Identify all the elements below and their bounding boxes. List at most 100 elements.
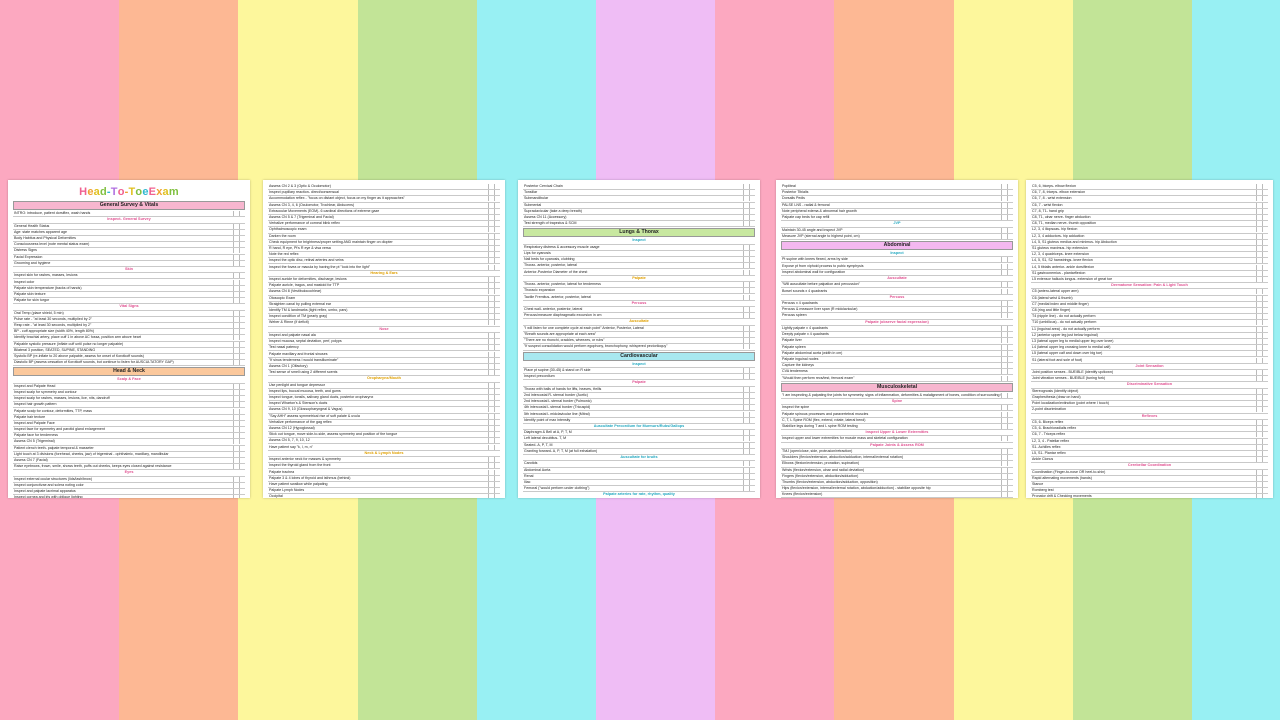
checklist-item-text: Age: state matches apparent age: [14, 229, 67, 234]
checkbox-cell: [749, 196, 755, 202]
checklist-item-text: Inspect upper and lower extremities for …: [782, 436, 908, 441]
checkbox-cell: [239, 254, 245, 260]
checkbox-cell: [494, 233, 500, 239]
checklist-item-text: Inspect tongue, tonsils, salivary gland …: [269, 395, 374, 400]
checkbox-cell: [749, 215, 755, 221]
checklist-row: "If suspect consolidation would perform …: [523, 344, 755, 351]
checkbox-cell: [749, 467, 755, 473]
checklist-item-text: C8, T1, ulnar nerve- finger abduction: [1032, 215, 1091, 220]
checkbox-cell: [749, 307, 755, 313]
checklist-item-text: Seated- A, P, T, M: [524, 442, 553, 447]
checklist-item-text: S1- Achilles reflex: [1032, 444, 1061, 449]
checklist-item-text: Grooming and hygiene: [14, 260, 51, 265]
checklist-row: "Would then perform recs/test, femoral e…: [781, 375, 1013, 382]
checklist-item-text: "I am inspecting & palpating the joints …: [782, 392, 1001, 397]
checkbox-cell: [1262, 450, 1268, 456]
checklist-item-text: Inspect the spine: [782, 405, 810, 410]
checklist-item-text: Left lateral decubitus- T, M: [524, 436, 567, 441]
checklist-item-text: Inspect the optic disc, retinal arteries…: [269, 258, 344, 263]
checkbox-cell: [1262, 494, 1268, 498]
checkbox-cell: [239, 451, 245, 457]
checklist-item-text: Palpate spleen: [782, 344, 806, 349]
checkbox-cell: [239, 260, 245, 266]
checkbox-cell: [1007, 423, 1013, 429]
checkbox-cell: [749, 257, 755, 263]
checkbox-cell: [494, 370, 500, 376]
checklist-item-text: Assess CN 11 (Accessory): [524, 215, 567, 220]
checkbox-cell: [1007, 215, 1013, 221]
checklist-item-text: Diaphragm & Bell at A, P, T, M: [524, 430, 572, 435]
checklist-item-text: Knees (flexion/extension): [782, 492, 823, 497]
section-header: Lungs & Thorax: [523, 228, 755, 238]
checklist-item-text: Otoscopic Exam: [269, 295, 296, 300]
checkbox-cell: [239, 329, 245, 335]
checkbox-cell: [1007, 492, 1013, 498]
checkbox-cell: [1262, 401, 1268, 407]
checklist-item-text: Posterior Tibialis: [782, 190, 809, 195]
checklist-item-text: Stance: [1032, 482, 1044, 487]
checkbox-cell: [1007, 257, 1013, 263]
checklist-item-text: Accommodation reflex - "focus on distant…: [269, 196, 405, 201]
checkbox-cell: [749, 244, 755, 250]
checklist-item-text: L2, 3, 4 adductors- hip adduction: [1032, 233, 1085, 238]
checklist-item-text: Identify brachial artery, place cuff 1 i…: [14, 335, 141, 340]
checkbox-cell: [239, 458, 245, 464]
checklist-item-text: Palpable systolic pressure (inflate cuff…: [14, 341, 124, 346]
checkbox-cell: [749, 288, 755, 294]
checkbox-cell: [494, 258, 500, 264]
checkbox-cell: [749, 430, 755, 436]
checkbox-cell: [749, 325, 755, 331]
checklist-item-text: L2, 3, 4 iliopsoas- hip flexion: [1032, 227, 1078, 232]
checkbox-cell: [239, 389, 245, 395]
checkbox-cell: [494, 432, 500, 438]
checkbox-cell: [1262, 233, 1268, 239]
checkbox-cell: [1007, 467, 1013, 473]
checklist-item-text: Palpate skin temperature (backs of hands…: [14, 285, 82, 290]
checkbox-cell: [1262, 308, 1268, 314]
checklist-item-text: C8, T1, median nerve- thumb opposition: [1032, 221, 1097, 226]
checklist-item-text: Inspect mucosa, septal deviation, perf, …: [269, 339, 342, 344]
checkbox-cell: [1262, 351, 1268, 357]
checkbox-cell: [239, 383, 245, 389]
checklist-item-text: Coordination (Finger-to-nose OR heel-to-…: [1032, 469, 1106, 474]
checklist-item-text: Palpate cap beds for cap refill: [782, 215, 830, 220]
checklist-item-text: Joint position senses - BUE/BLE (identif…: [1032, 370, 1114, 375]
checklist-item-text: Patient clench teeth- palpate temporal &…: [14, 445, 94, 450]
checklist-item-text: C5, 6, biceps- elbow flexion: [1032, 184, 1076, 189]
checklist-item-text: Stick out tongue, move side-to-side, ass…: [269, 432, 398, 437]
checkbox-cell: [1262, 258, 1268, 264]
checkbox-cell: [494, 295, 500, 301]
checkbox-cell: [749, 479, 755, 485]
checkbox-cell: [1007, 338, 1013, 344]
checkbox-cell: [1262, 289, 1268, 295]
checkbox-cell: [1262, 190, 1268, 196]
checklist-item-text: Test sense of smell using 2 different sc…: [269, 370, 338, 375]
checklist-item-text: Body Habitus and Physical Deformities: [14, 236, 76, 241]
checklist-item-text: "Say AHH" assess symmetrical rise of sof…: [269, 413, 360, 418]
checkbox-cell: [749, 405, 755, 411]
checkbox-cell: [749, 367, 755, 373]
checklist-item-text: Thumbs (flexion/extension, abduction/add…: [782, 479, 878, 484]
checklist-item-text: Iliac: [524, 479, 531, 484]
checkbox-cell: [494, 345, 500, 351]
checklist-item-text: Palpate auricle, tragus, and mastoid for…: [269, 283, 340, 288]
checklist-item-text: C6, 7 - wrist flexion: [1032, 202, 1063, 207]
checkbox-cell: [1007, 479, 1013, 485]
checklist-item-text: Palpate maxillary and frontal sinuses: [269, 351, 328, 356]
checklist-item-text: Inspect lips, buccal mucosa, teeth, and …: [269, 388, 341, 393]
checkbox-cell: [1262, 332, 1268, 338]
checklist-item-text: Straighten canal by pulling external ear: [269, 301, 332, 306]
checkbox-cell: [494, 419, 500, 425]
checklist-item-text: Darken the room: [269, 233, 296, 238]
checkbox-cell: [749, 448, 755, 454]
checkbox-cell: [1262, 270, 1268, 276]
checklist-item-text: L4 (lateral upper leg crossing knee to m…: [1032, 345, 1111, 350]
checkbox-cell: [1007, 417, 1013, 423]
checkbox-cell: [494, 407, 500, 413]
checklist-item-text: Inspect and palpate lacrimal apparatus: [14, 489, 76, 494]
checklist-item-text: Abdominal Aorta: [524, 467, 551, 472]
checklist-item-text: Palpate skin texture: [14, 291, 46, 296]
checkbox-cell: [239, 464, 245, 470]
checklist-item-text: Inspect and Palpate Head: [14, 383, 56, 388]
checklist-item-text: Raise eyebrows, frown, smile, shows teet…: [14, 464, 172, 469]
